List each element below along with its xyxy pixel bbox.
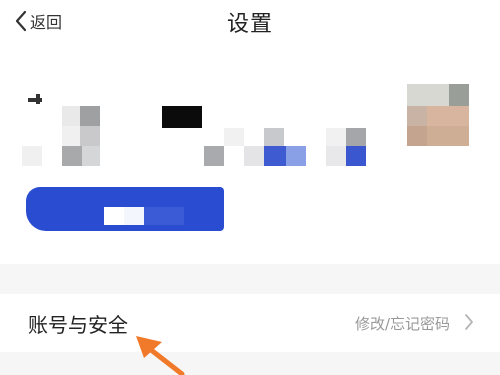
- settings-item-account-security[interactable]: 账号与安全 修改/忘记密码: [0, 294, 500, 352]
- page-title: 设置: [226, 12, 273, 37]
- nav-header: 返回 设置: [0, 0, 500, 44]
- section-divider: [0, 264, 500, 294]
- chevron-right-icon: [464, 313, 474, 335]
- pixelated-nickname-banner: [26, 187, 224, 231]
- settings-item-hint: 修改/忘记密码: [354, 315, 450, 333]
- settings-page: 返回 设置 账号与安全 修改/忘记密码: [0, 0, 500, 375]
- settings-item-label: 账号与安全: [28, 313, 128, 337]
- avatar: [407, 84, 469, 146]
- section-divider-bottom: [0, 352, 500, 375]
- arrow-icon: [130, 330, 190, 375]
